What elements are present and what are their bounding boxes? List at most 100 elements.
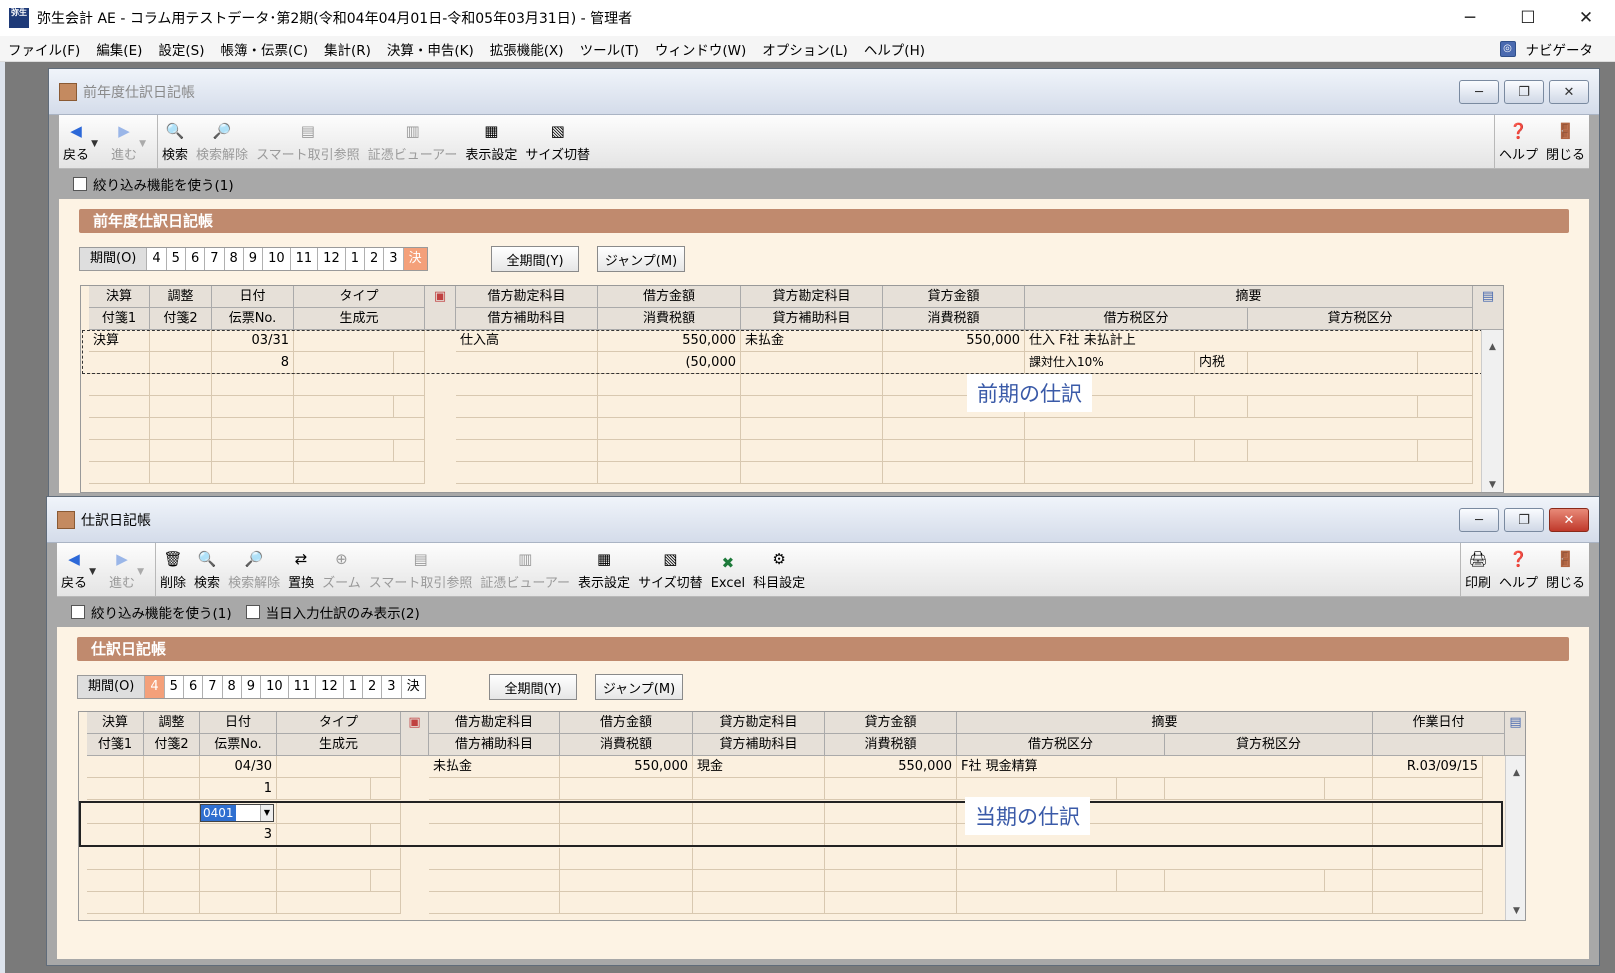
cell[interactable] bbox=[883, 440, 1025, 462]
size-switch-button[interactable]: ▧ サイズ切替 bbox=[521, 115, 594, 168]
menu-window[interactable]: ウィンドウ(W) bbox=[647, 39, 754, 59]
cell[interactable] bbox=[144, 870, 200, 892]
prev-close-button[interactable]: ✕ bbox=[1549, 80, 1589, 104]
help-button[interactable]: ❓ ヘルプ bbox=[1495, 115, 1542, 168]
search-button[interactable]: 🔍 検索 bbox=[190, 543, 224, 596]
close-window-button[interactable]: 🚪 閉じる bbox=[1542, 115, 1589, 168]
cell[interactable] bbox=[144, 848, 200, 870]
prev-scrollbar[interactable]: ▲ ▼ bbox=[1481, 330, 1503, 492]
cell[interactable] bbox=[150, 396, 212, 418]
period-tab[interactable]: 2 bbox=[363, 676, 383, 698]
forward-button[interactable]: ▶ 進む ▼ bbox=[107, 115, 146, 168]
menu-report[interactable]: 集計(R) bbox=[316, 39, 379, 59]
smart-reference-button[interactable]: ▤ スマート取引参照 bbox=[252, 115, 364, 168]
navigator-button[interactable]: ◎ ナビゲータ bbox=[1499, 39, 1593, 59]
cell[interactable] bbox=[456, 374, 598, 396]
cell[interactable] bbox=[1373, 892, 1483, 914]
menu-tools[interactable]: ツール(T) bbox=[572, 39, 647, 59]
column-settings-icon[interactable]: ▤ bbox=[1505, 712, 1525, 756]
period-tab[interactable]: 3 bbox=[384, 248, 404, 270]
scroll-up-icon[interactable]: ▲ bbox=[1506, 764, 1525, 782]
cell[interactable] bbox=[1418, 396, 1473, 418]
cell[interactable] bbox=[89, 440, 150, 462]
excel-button[interactable]: ✖ Excel bbox=[707, 543, 749, 596]
cell[interactable] bbox=[1418, 440, 1473, 462]
cell[interactable] bbox=[1025, 462, 1473, 484]
cell[interactable] bbox=[277, 778, 371, 800]
all-period-button[interactable]: 全期間(Y) bbox=[491, 246, 579, 272]
cell[interactable] bbox=[294, 396, 394, 418]
cell[interactable] bbox=[598, 418, 741, 440]
cell-debit-account[interactable]: 未払金 bbox=[429, 756, 560, 778]
cell[interactable] bbox=[598, 396, 741, 418]
forward-dropdown-icon[interactable]: ▼ bbox=[139, 139, 146, 149]
cell[interactable] bbox=[89, 396, 150, 418]
cell[interactable] bbox=[598, 462, 741, 484]
cell[interactable] bbox=[957, 892, 1373, 914]
cell[interactable] bbox=[1165, 778, 1325, 800]
scroll-up-icon[interactable]: ▲ bbox=[1482, 338, 1503, 356]
period-tab-selected[interactable]: 4 bbox=[145, 676, 165, 698]
cur-restore-button[interactable]: ❐ bbox=[1504, 508, 1544, 532]
cell[interactable] bbox=[294, 462, 425, 484]
help-button[interactable]: ❓ ヘルプ bbox=[1495, 543, 1542, 596]
cell[interactable] bbox=[1165, 870, 1325, 892]
cell[interactable] bbox=[1373, 870, 1483, 892]
back-dropdown-icon[interactable]: ▼ bbox=[91, 139, 98, 149]
period-tab[interactable]: 1 bbox=[346, 248, 365, 270]
cell[interactable] bbox=[456, 396, 598, 418]
cell[interactable] bbox=[277, 892, 401, 914]
period-tab[interactable]: 6 bbox=[184, 676, 204, 698]
cell[interactable] bbox=[957, 870, 1117, 892]
menu-edit[interactable]: 編集(E) bbox=[88, 39, 150, 59]
cell-debit-amount[interactable]: 550,000 bbox=[560, 756, 693, 778]
checkbox-box[interactable] bbox=[73, 177, 87, 191]
smart-reference-button[interactable]: ▤ スマート取引参照 bbox=[365, 543, 477, 596]
cell[interactable] bbox=[212, 374, 294, 396]
period-tab[interactable]: 5 bbox=[165, 676, 184, 698]
cell[interactable] bbox=[144, 892, 200, 914]
period-tab[interactable]: 4 bbox=[147, 248, 167, 270]
cell-work-date[interactable]: R.03/09/15 bbox=[1373, 756, 1483, 778]
cell[interactable] bbox=[825, 870, 957, 892]
cell[interactable] bbox=[825, 778, 957, 800]
period-tab[interactable]: 5 bbox=[167, 248, 186, 270]
cell[interactable] bbox=[456, 440, 598, 462]
cell[interactable] bbox=[560, 892, 693, 914]
search-clear-button[interactable]: 🔎 検索解除 bbox=[192, 115, 252, 168]
cell[interactable] bbox=[1373, 848, 1483, 870]
cell[interactable] bbox=[277, 870, 371, 892]
period-tab[interactable]: 決 bbox=[402, 676, 425, 698]
evidence-viewer-button[interactable]: ▥ 証憑ビューアー bbox=[476, 543, 574, 596]
cell-credit-account[interactable]: 現金 bbox=[693, 756, 825, 778]
today-only-checkbox[interactable]: 当日入力仕訳のみ表示(2) bbox=[245, 602, 420, 622]
cell[interactable] bbox=[1248, 396, 1418, 418]
jump-button[interactable]: ジャンプ(M) bbox=[595, 674, 683, 700]
cell[interactable] bbox=[200, 848, 277, 870]
period-tab[interactable]: 1 bbox=[344, 676, 363, 698]
cell[interactable] bbox=[150, 462, 212, 484]
cur-scrollbar[interactable]: ▲ ▼ bbox=[1505, 756, 1525, 920]
cell[interactable] bbox=[1117, 778, 1165, 800]
back-button[interactable]: ◀ 戻る ▼ bbox=[59, 115, 98, 168]
filter-checkbox[interactable]: 絞り込み機能を使う(1) bbox=[73, 174, 234, 194]
cell[interactable] bbox=[1325, 778, 1373, 800]
cell[interactable] bbox=[294, 374, 425, 396]
cell[interactable] bbox=[87, 892, 144, 914]
display-settings-button[interactable]: ▦ 表示設定 bbox=[461, 115, 521, 168]
period-tab[interactable]: 11 bbox=[289, 676, 317, 698]
cur-close-button[interactable]: ✕ bbox=[1549, 508, 1589, 532]
zoom-button[interactable]: ⊕ ズーム bbox=[318, 543, 365, 596]
jump-button[interactable]: ジャンプ(M) bbox=[597, 246, 685, 272]
period-tab[interactable]: 2 bbox=[365, 248, 385, 270]
cell-voucher[interactable]: 1 bbox=[200, 778, 277, 800]
cell[interactable] bbox=[741, 440, 883, 462]
menu-settings[interactable]: 設定(S) bbox=[150, 39, 212, 59]
cell[interactable] bbox=[693, 848, 825, 870]
cell[interactable] bbox=[150, 440, 212, 462]
cell[interactable] bbox=[883, 462, 1025, 484]
period-tab[interactable]: 10 bbox=[261, 676, 289, 698]
size-switch-button[interactable]: ▧ サイズ切替 bbox=[634, 543, 707, 596]
cell[interactable] bbox=[1248, 440, 1418, 462]
cell[interactable] bbox=[212, 462, 294, 484]
